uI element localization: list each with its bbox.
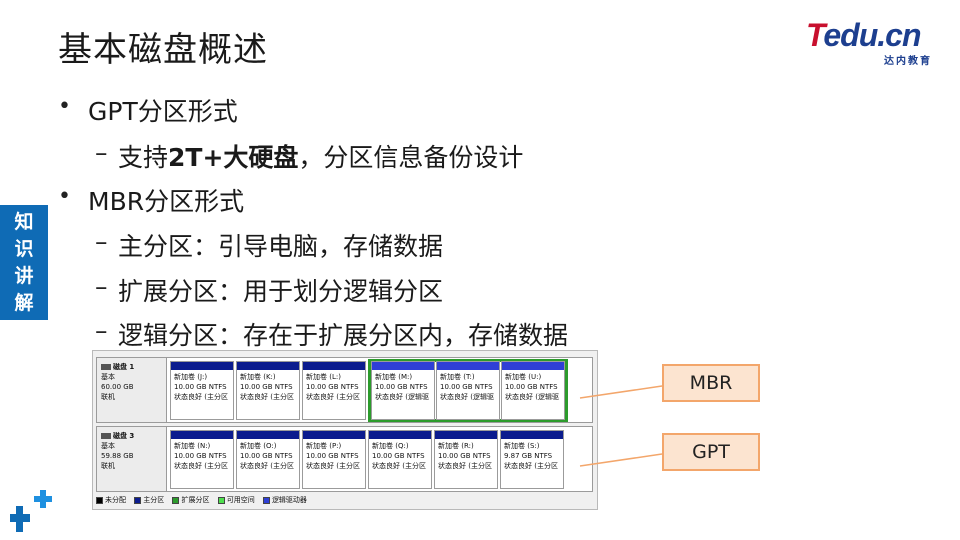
bullet-mbr-extended: 扩展分区：用于划分逻辑分区 <box>118 277 444 306</box>
bullet-dot: • <box>58 94 71 119</box>
partition[interactable]: 新加卷 (R:) 10.00 GB NTFS 状态良好 (主分区 <box>434 430 498 489</box>
gpt-detail-suffix: ，分区信息备份设计 <box>298 143 524 172</box>
disk-row: 磁盘 1 基本 60.00 GB 联机 新加卷 (J:) 10.00 GB NTF… <box>96 357 593 423</box>
legend-label: 可用空间 <box>226 496 255 504</box>
disk-row: 磁盘 3 基本 59.88 GB 联机 新加卷 (N:) 10.00 GB NTF… <box>96 426 593 492</box>
knowledge-tag: 知 识 讲 解 <box>0 205 48 320</box>
disk-size: 59.88 GB <box>101 452 134 460</box>
tag-char-4: 解 <box>14 292 34 314</box>
disk-name: 磁盘 3 <box>113 432 135 440</box>
sub-bullet-dash: – <box>95 138 108 167</box>
disk-icon <box>101 433 111 439</box>
disk-info: 磁盘 3 基本 59.88 GB 联机 <box>97 427 167 491</box>
logo-letter-t: T <box>806 17 824 53</box>
bullet-gpt-detail: 支持2T+大硬盘，分区信息备份设计 <box>118 138 523 174</box>
gpt-callout: GPT <box>662 433 760 471</box>
gpt-detail-bold: 2T+大硬盘 <box>168 143 299 172</box>
plus-icon <box>10 490 52 532</box>
partition-legend: 未分配 主分区 扩展分区 可用空间 逻辑驱动器 <box>96 495 313 505</box>
legend-swatch <box>217 496 225 504</box>
partition[interactable]: 新加卷 (T:) 10.00 GB NTFS 状态良好 (逻辑驱 <box>436 361 500 420</box>
legend-label: 扩展分区 <box>181 496 210 504</box>
partition[interactable]: 新加卷 (J:) 10.00 GB NTFS 状态良好 (主分区 <box>170 361 234 420</box>
partition[interactable]: 新加卷 (N:) 10.00 GB NTFS 状态良好 (主分区 <box>170 430 234 489</box>
bullet-dot: • <box>58 184 71 209</box>
sub-bullet-dash: – <box>95 272 108 301</box>
legend-swatch <box>262 496 270 504</box>
partition[interactable]: 新加卷 (O:) 10.00 GB NTFS 状态良好 (主分区 <box>236 430 300 489</box>
disk-management-screenshot: 磁盘 1 基本 60.00 GB 联机 新加卷 (J:) 10.00 GB NTF… <box>92 350 598 510</box>
tedu-logo: Tedu.cn 达内教育 <box>806 18 936 68</box>
legend-swatch <box>172 496 180 504</box>
tag-char-1: 知 <box>14 211 34 233</box>
sub-bullet-dash: – <box>95 227 108 256</box>
legend-label: 主分区 <box>143 496 165 504</box>
bullet-mbr-heading: MBR分区形式 <box>88 187 245 216</box>
partition[interactable]: 新加卷 (S:) 9.87 GB NTFS 状态良好 (主分区 <box>500 430 564 489</box>
mbr-callout: MBR <box>662 364 760 402</box>
partition[interactable]: 新加卷 (K:) 10.00 GB NTFS 状态良好 (主分区 <box>236 361 300 420</box>
disk-type: 基本 <box>101 373 115 381</box>
tag-char-2: 识 <box>14 238 34 260</box>
disk-icon <box>101 364 111 370</box>
slide-title: 基本磁盘概述 <box>58 30 268 70</box>
logo-domain: edu.cn <box>823 17 921 53</box>
partition[interactable]: 新加卷 (P:) 10.00 GB NTFS 状态良好 (主分区 <box>302 430 366 489</box>
partition[interactable]: 新加卷 (U:) 10.00 GB NTFS 状态良好 (逻辑驱 <box>501 361 565 420</box>
legend-label: 逻辑驱动器 <box>271 496 307 504</box>
tag-char-3: 讲 <box>14 265 34 287</box>
legend-swatch <box>134 496 142 504</box>
disk-status: 联机 <box>101 393 115 401</box>
partition[interactable]: 新加卷 (Q:) 10.00 GB NTFS 状态良好 (主分区 <box>368 430 432 489</box>
gpt-detail-prefix: 支持 <box>118 143 169 172</box>
disk-info: 磁盘 1 基本 60.00 GB 联机 <box>97 358 167 422</box>
disk-type: 基本 <box>101 442 115 450</box>
legend-label: 未分配 <box>105 496 126 504</box>
sub-bullet-dash: – <box>95 316 108 345</box>
disk-size: 60.00 GB <box>101 383 134 391</box>
legend-swatch <box>96 496 103 504</box>
partition[interactable]: 新加卷 (L:) 10.00 GB NTFS 状态良好 (主分区 <box>302 361 366 420</box>
disk-status: 联机 <box>101 462 115 470</box>
disk-name: 磁盘 1 <box>113 363 135 371</box>
partition[interactable]: 新加卷 (M:) 10.00 GB NTFS 状态良好 (逻辑驱 <box>371 361 435 420</box>
bullet-gpt-heading: GPT分区形式 <box>88 97 238 126</box>
logo-subtitle: 达内教育 <box>884 56 932 67</box>
logo-wordmark: Tedu.cn <box>806 18 936 52</box>
bullet-mbr-primary: 主分区：引导电脑，存储数据 <box>118 232 444 261</box>
bullet-mbr-logical: 逻辑分区：存在于扩展分区内，存储数据 <box>118 321 569 350</box>
